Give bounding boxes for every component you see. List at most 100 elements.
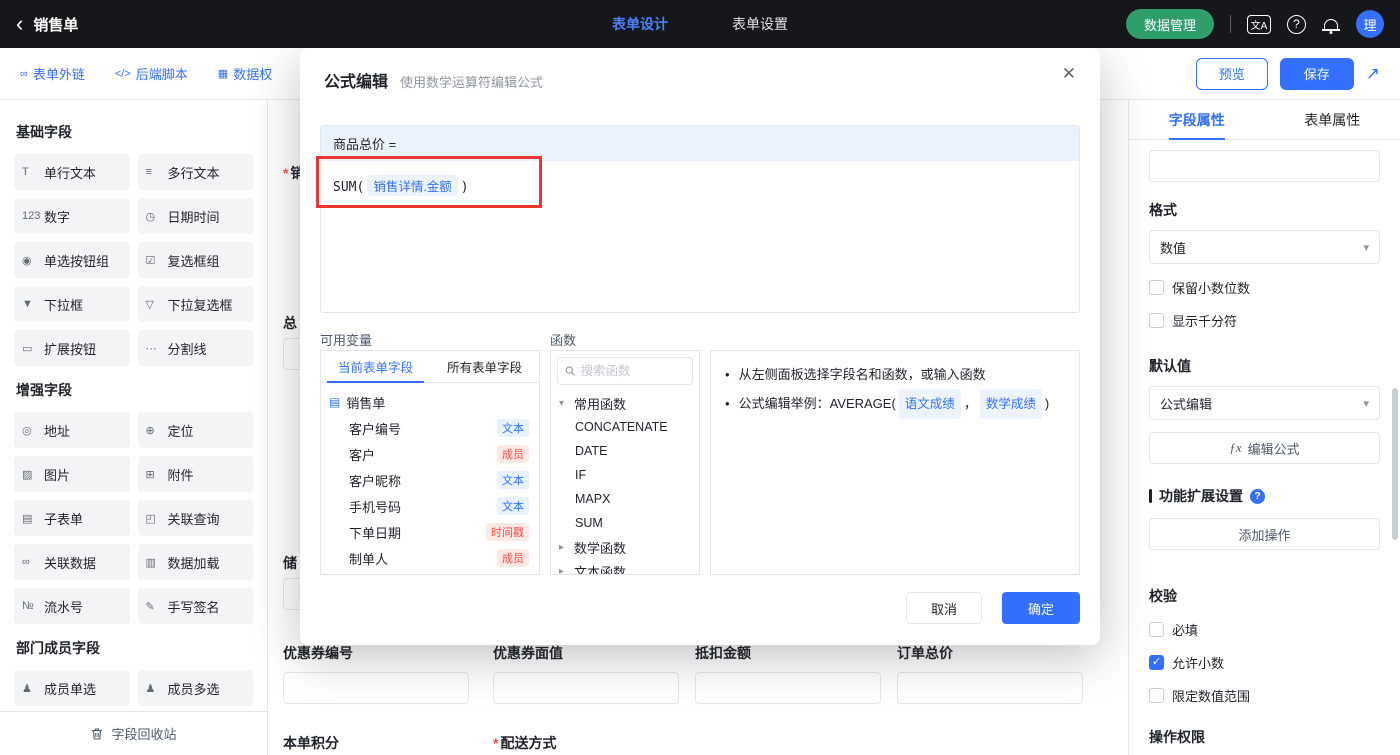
field-item-multi-line-text[interactable]: ≡ 多行文本 xyxy=(137,154,253,190)
variable-row[interactable]: 客户昵称 文本 xyxy=(329,467,531,493)
function-group-common[interactable]: ▾ 常用函数 xyxy=(551,391,699,415)
checkbox-label: 显示千分符 xyxy=(1172,314,1238,329)
field-item-address[interactable]: ◎ 地址 xyxy=(14,412,130,448)
required-star: * xyxy=(283,165,289,181)
checkbox-keep-decimals[interactable]: 保留小数位数 xyxy=(1149,278,1380,297)
field-item-signature[interactable]: ✎ 手写签名 xyxy=(137,588,253,624)
deduction-amount-input[interactable] xyxy=(695,672,881,704)
field-recycle-bin[interactable]: 字段回收站 xyxy=(0,711,267,755)
share-icon[interactable]: ↗ xyxy=(1366,64,1380,84)
field-item-data-load[interactable]: ▥ 数据加载 xyxy=(137,544,253,580)
order-total-input[interactable] xyxy=(897,672,1083,704)
function-item[interactable]: DATE xyxy=(551,439,699,463)
field-item-extend-button[interactable]: ▭ 扩展按钮 xyxy=(14,330,130,366)
functions-panel-label: 函数 xyxy=(550,333,577,348)
variable-row[interactable]: 客户 成员 xyxy=(329,441,531,467)
fx-icon: ƒx xyxy=(1229,440,1242,455)
top-header-bar: ‹ 销售单 表单设计 表单设置 数据管理 文A ? 理 xyxy=(0,0,1400,48)
field-item-image[interactable]: ▨ 图片 xyxy=(14,456,130,492)
type-badge: 成员 xyxy=(497,445,529,463)
close-icon[interactable]: ✕ xyxy=(1062,64,1076,84)
field-item-dropdown-multi[interactable]: ▽ 下拉复选框 xyxy=(137,286,253,322)
checkbox-icon: ☑ xyxy=(145,254,156,267)
checkbox-icon xyxy=(1149,622,1164,637)
checkbox-thousands-separator[interactable]: 显示千分符 xyxy=(1149,311,1380,330)
variable-row[interactable]: 客户编号 文本 xyxy=(329,415,531,441)
format-select[interactable]: 数值 ▾ xyxy=(1149,230,1380,264)
coupon-number-input[interactable] xyxy=(283,672,469,704)
add-action-button[interactable]: 添加操作 xyxy=(1149,518,1380,550)
formula-editor[interactable]: SUM(销售详情.金额) xyxy=(321,161,1079,312)
tab-form-settings[interactable]: 表单设置 xyxy=(732,14,788,34)
field-item-related-data[interactable]: ∞ 关联数据 xyxy=(14,544,130,580)
function-group-text[interactable]: ▸ 文本函数 xyxy=(551,559,699,575)
clipped-field-label: 储 xyxy=(283,555,297,571)
field-item-dropdown[interactable]: ▼ 下拉框 xyxy=(14,286,130,322)
address-icon: ◎ xyxy=(22,424,32,437)
variable-row[interactable]: 制单人 成员 xyxy=(329,545,531,571)
chevron-right-icon: ▸ xyxy=(559,565,565,575)
field-item-radio-group[interactable]: ◉ 单选按钮组 xyxy=(14,242,130,278)
coupon-value-input[interactable] xyxy=(493,672,679,704)
field-item-member-single[interactable]: ♟ 成员单选 xyxy=(14,670,130,706)
field-item-number[interactable]: 123 数字 xyxy=(14,198,130,234)
checkbox-required[interactable]: 必填 xyxy=(1149,620,1380,639)
tab-form-properties[interactable]: 表单属性 xyxy=(1265,100,1400,139)
tab-field-properties[interactable]: 字段属性 xyxy=(1129,100,1265,139)
checkbox-limit-range[interactable]: 限定数值范围 xyxy=(1149,686,1380,705)
field-item-divider[interactable]: ⋯ 分割线 xyxy=(137,330,253,366)
form-external-link[interactable]: ∞ 表单外链 xyxy=(20,64,85,83)
avatar[interactable]: 理 xyxy=(1356,10,1384,38)
search-icon xyxy=(565,366,575,376)
cancel-button[interactable]: 取消 xyxy=(905,592,982,624)
form-field-order-total: 订单总价 xyxy=(897,643,1083,704)
field-item-related-query[interactable]: ◰ 关联查询 xyxy=(137,500,253,536)
function-item[interactable]: SUM xyxy=(551,511,699,535)
function-group-math[interactable]: ▸ 数学函数 xyxy=(551,535,699,559)
function-item[interactable]: CONCATENATE xyxy=(551,415,699,439)
data-permission-link[interactable]: ▦ 数据权 xyxy=(218,64,272,83)
scrollbar-thumb[interactable] xyxy=(1392,388,1398,540)
data-manage-button[interactable]: 数据管理 xyxy=(1125,9,1214,39)
function-item[interactable]: MAPX xyxy=(551,487,699,511)
field-item-label: 数据加载 xyxy=(167,555,220,571)
backend-script-link[interactable]: </> 后端脚本 xyxy=(115,64,188,83)
translate-icon[interactable]: 文A xyxy=(1247,14,1271,34)
radio-icon: ◉ xyxy=(22,254,32,267)
modal-footer: 取消 确定 xyxy=(905,592,1080,624)
notification-bell-icon[interactable] xyxy=(1322,18,1340,31)
function-item[interactable]: IF xyxy=(551,463,699,487)
save-button[interactable]: 保存 xyxy=(1279,57,1354,90)
field-item-label: 多行文本 xyxy=(167,165,220,181)
number-icon: 123 xyxy=(22,210,41,222)
default-value-select[interactable]: 公式编辑 ▾ xyxy=(1149,386,1380,420)
field-item-member-multi[interactable]: ♟ 成员多选 xyxy=(137,670,253,706)
edit-formula-button[interactable]: ƒx 编辑公式 xyxy=(1149,432,1380,464)
tab-current-form-fields[interactable]: 当前表单字段 xyxy=(321,351,430,383)
field-item-single-line-text[interactable]: T 单行文本 xyxy=(14,154,130,190)
field-item-location[interactable]: ⊕ 定位 xyxy=(137,412,253,448)
help-icon[interactable]: ? xyxy=(1287,14,1306,34)
variable-chip[interactable]: 销售详情.金额 xyxy=(367,175,458,196)
tree-root-form[interactable]: ▤ 销售单 xyxy=(329,389,531,415)
variable-row[interactable]: 手机号码 文本 xyxy=(329,493,531,519)
tab-all-form-fields[interactable]: 所有表单字段 xyxy=(430,351,539,382)
tab-form-design[interactable]: 表单设计 xyxy=(612,14,668,34)
field-item-attachment[interactable]: ⊞ 附件 xyxy=(137,456,253,492)
location-icon: ⊕ xyxy=(145,424,155,437)
field-item-label: 子表单 xyxy=(44,511,84,527)
field-item-subform[interactable]: ▤ 子表单 xyxy=(14,500,130,536)
formula-edit-modal: ✕ 公式编辑 使用数学运算符编辑公式 商品总价 = SUM(销售详情.金额) 可… xyxy=(300,48,1100,645)
field-item-serial-number[interactable]: № 流水号 xyxy=(14,588,130,624)
variable-row[interactable]: 下单日期 时间戳 xyxy=(329,519,531,545)
field-item-checkbox-group[interactable]: ☑ 复选框组 xyxy=(137,242,253,278)
field-title-input[interactable] xyxy=(1149,150,1380,182)
preview-button[interactable]: 预览 xyxy=(1195,57,1268,90)
checkbox-allow-decimals[interactable]: 允许小数 xyxy=(1149,653,1380,672)
confirm-button[interactable]: 确定 xyxy=(1001,592,1080,624)
question-badge-icon[interactable]: ? xyxy=(1250,488,1265,504)
field-item-datetime[interactable]: ◷ 日期时间 xyxy=(137,198,253,234)
back-icon[interactable]: ‹ xyxy=(16,13,23,35)
function-search[interactable] xyxy=(557,357,693,385)
function-search-input[interactable] xyxy=(580,364,685,378)
